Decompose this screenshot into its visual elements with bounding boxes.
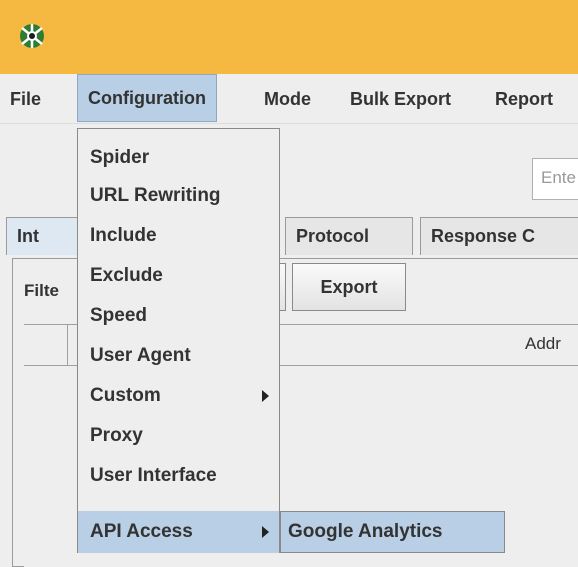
menu-report[interactable]: Report (495, 74, 553, 124)
menu-mode[interactable]: Mode (264, 74, 311, 124)
menu-item-google-analytics[interactable]: Google Analytics (288, 511, 443, 553)
menu-bulk-export[interactable]: Bulk Export (350, 74, 451, 124)
menu-item-user-interface[interactable]: User Interface (78, 457, 279, 495)
menu-item-api-access[interactable]: API Access (78, 511, 279, 553)
menu-item-spider[interactable]: Spider (78, 139, 279, 177)
menu-item-proxy[interactable]: Proxy (78, 417, 279, 455)
menu-item-exclude[interactable]: Exclude (78, 257, 279, 295)
menu-item-speed[interactable]: Speed (78, 297, 279, 335)
table-header-address[interactable]: Addr (525, 334, 561, 354)
menu-configuration[interactable]: Configuration (77, 74, 217, 122)
menu-item-custom[interactable]: Custom (78, 377, 279, 415)
submenu-arrow-icon (262, 390, 269, 402)
export-button[interactable]: Export (292, 263, 406, 311)
tab-protocol[interactable]: Protocol (285, 217, 413, 255)
submenu-arrow-icon (262, 526, 269, 538)
menu-file[interactable]: File (10, 74, 41, 124)
menu-bar: File Configuration Mode Bulk Export Repo… (0, 74, 578, 124)
title-bar (0, 0, 578, 74)
table-header-row-number[interactable] (24, 324, 68, 366)
search-input[interactable]: Ente (532, 158, 578, 200)
tab-response-codes[interactable]: Response C (420, 217, 578, 255)
tab-internal[interactable]: Int (6, 217, 86, 255)
filter-label: Filte (24, 281, 59, 300)
menu-item-url-rewriting[interactable]: URL Rewriting (78, 177, 279, 215)
menu-item-user-agent[interactable]: User Agent (78, 337, 279, 375)
app-logo-icon (18, 22, 46, 50)
menu-item-api-access-label: API Access (90, 521, 193, 542)
menu-item-custom-label: Custom (90, 385, 161, 406)
menu-item-include[interactable]: Include (78, 217, 279, 255)
configuration-menu: Spider URL Rewriting Include Exclude Spe… (77, 128, 280, 553)
